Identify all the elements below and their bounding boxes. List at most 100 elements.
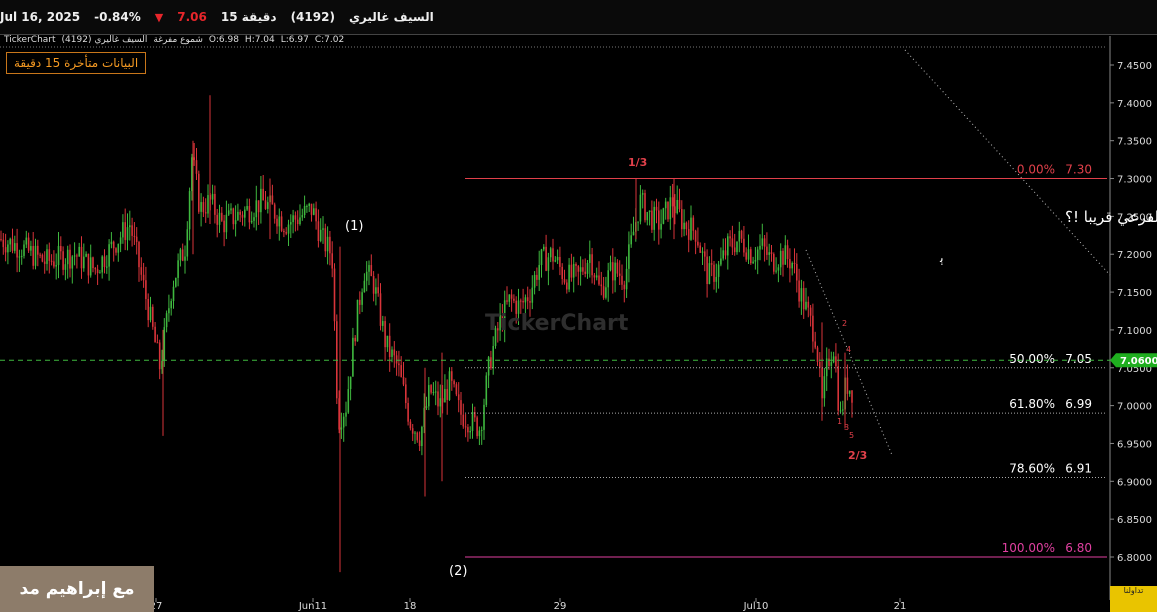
candle-body bbox=[191, 157, 193, 192]
candle-body bbox=[255, 200, 258, 218]
candle-body bbox=[80, 246, 83, 269]
candle-body bbox=[460, 400, 462, 415]
candle-body bbox=[317, 221, 320, 241]
candle-body bbox=[227, 210, 230, 215]
candle-body bbox=[147, 298, 149, 321]
candle-body bbox=[315, 208, 317, 222]
candle-body bbox=[368, 265, 370, 272]
candle-body bbox=[92, 257, 94, 269]
candle-body bbox=[257, 200, 260, 213]
candle-body bbox=[743, 238, 745, 253]
candle-body bbox=[786, 245, 789, 260]
candle-body bbox=[402, 376, 405, 385]
candle-body bbox=[260, 188, 262, 213]
candle-body bbox=[759, 245, 761, 250]
candle-body bbox=[39, 254, 41, 256]
candle-body bbox=[648, 210, 651, 213]
candle-body bbox=[411, 428, 414, 434]
candle-body bbox=[683, 222, 685, 230]
candle-body bbox=[375, 287, 377, 294]
candle-body bbox=[359, 299, 361, 305]
candle-body bbox=[119, 237, 122, 244]
candle-body bbox=[218, 212, 221, 225]
y-tick-label: 7.3500 bbox=[1117, 137, 1152, 148]
candle-body bbox=[207, 195, 209, 214]
candle-body bbox=[154, 326, 156, 343]
candle-body bbox=[115, 248, 117, 253]
fib-value-label: 6.80 bbox=[1065, 541, 1092, 555]
candle-body bbox=[241, 214, 244, 218]
candle-body bbox=[142, 274, 145, 281]
candle-body bbox=[60, 245, 62, 252]
author-tag: مع إبراهيم مد bbox=[0, 566, 154, 612]
candle-body bbox=[584, 271, 586, 274]
candle-body bbox=[710, 263, 713, 265]
candle-body bbox=[37, 245, 39, 255]
candle-body bbox=[777, 267, 780, 271]
price-chart[interactable]: 0.00% 7.30 50.00% 7.05 61.80% 6.99 78.60% 6.91 1… bbox=[0, 0, 1157, 612]
candle-body bbox=[432, 391, 435, 393]
candle-body bbox=[570, 264, 573, 278]
candle-body bbox=[181, 249, 184, 261]
candle-body bbox=[294, 215, 297, 220]
candle-body bbox=[575, 263, 577, 266]
candle-body bbox=[46, 249, 48, 264]
candle-body bbox=[664, 201, 667, 209]
candle-body bbox=[609, 262, 612, 271]
arabic-glyph: ﯦ bbox=[939, 251, 944, 266]
candle-body bbox=[156, 342, 159, 344]
candle-body bbox=[388, 335, 391, 357]
candle-body bbox=[591, 254, 593, 276]
candle-body bbox=[145, 280, 147, 299]
candle-body bbox=[529, 301, 531, 303]
candle-body bbox=[18, 256, 21, 258]
candle-body bbox=[267, 202, 269, 209]
y-tick-label: 7.4500 bbox=[1117, 61, 1152, 72]
candle-body bbox=[271, 195, 274, 205]
candle-body bbox=[140, 267, 143, 275]
candle-body bbox=[301, 215, 304, 218]
y-tick-label: 6.9500 bbox=[1117, 439, 1152, 450]
candle-body bbox=[225, 214, 228, 233]
candle-body bbox=[809, 307, 812, 316]
candle-body bbox=[188, 191, 191, 230]
candle-body bbox=[69, 249, 71, 269]
candle-body bbox=[738, 230, 741, 242]
candle-body bbox=[126, 227, 129, 241]
candle-body bbox=[593, 275, 596, 278]
fib-percent-label: 78.60% bbox=[1009, 462, 1055, 476]
candle-body bbox=[326, 236, 329, 252]
candle-body bbox=[839, 410, 842, 412]
candle-body bbox=[184, 256, 186, 261]
candle-body bbox=[814, 341, 816, 348]
candle-body bbox=[138, 241, 140, 268]
candle-body bbox=[94, 268, 97, 270]
y-tick-label: 7.3000 bbox=[1117, 175, 1152, 186]
candle-body bbox=[628, 244, 630, 269]
candle-body bbox=[313, 208, 315, 215]
candle-body bbox=[85, 253, 87, 257]
candle-body bbox=[451, 371, 453, 381]
candle-body bbox=[848, 390, 851, 394]
candle-body bbox=[179, 249, 182, 261]
candle-body bbox=[372, 276, 375, 294]
candle-body bbox=[607, 270, 609, 288]
fib-percent-label: 50.00% bbox=[1009, 352, 1055, 366]
candle-body bbox=[377, 287, 379, 294]
candle-body bbox=[48, 249, 51, 261]
candle-body bbox=[117, 243, 120, 253]
candle-body bbox=[356, 299, 359, 342]
candle-body bbox=[478, 430, 481, 437]
candle-body bbox=[692, 217, 695, 231]
candle-body bbox=[750, 249, 752, 264]
candle-body bbox=[32, 246, 34, 266]
candle-body bbox=[414, 432, 416, 434]
candle-body bbox=[589, 254, 591, 263]
candle-body bbox=[662, 208, 665, 224]
candle-body bbox=[322, 228, 324, 230]
candle-body bbox=[135, 236, 138, 242]
candle-body bbox=[740, 230, 743, 239]
candle-body bbox=[53, 261, 55, 267]
candle-body bbox=[766, 246, 768, 255]
candle-body bbox=[354, 337, 356, 342]
